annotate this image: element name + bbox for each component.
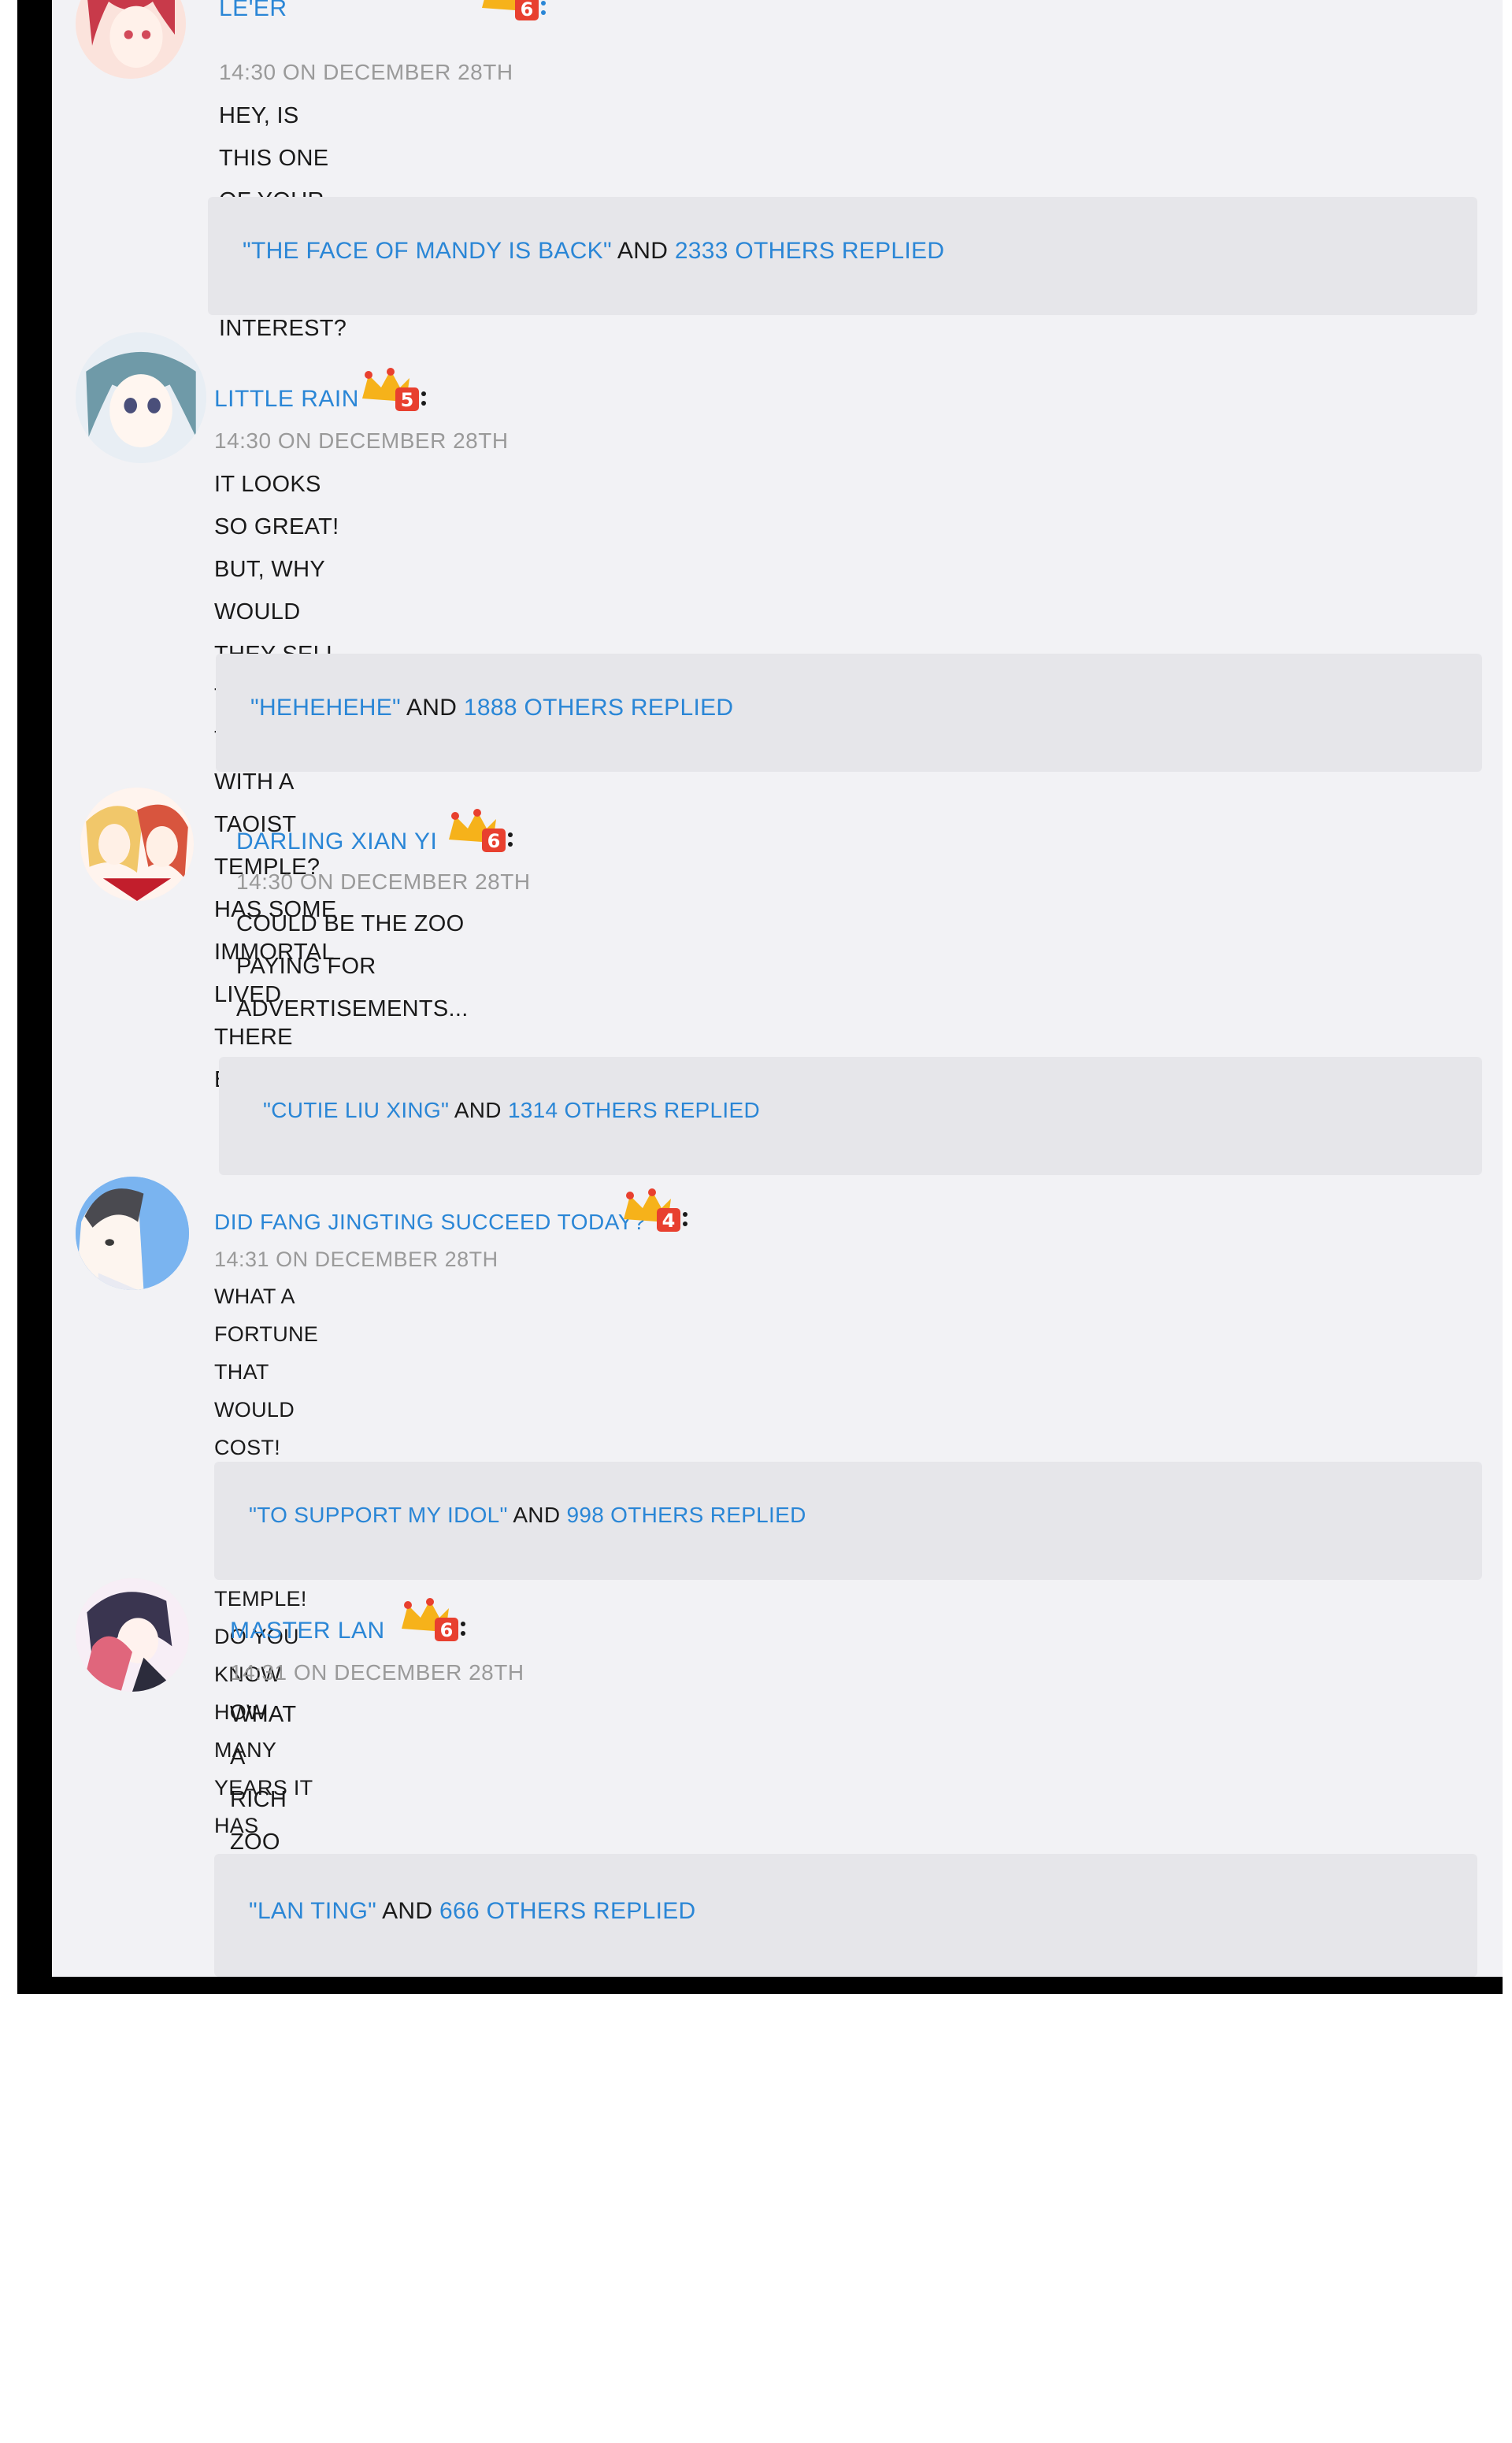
reply-summary[interactable]: "THE FACE OF MANDY IS BACK" AND 2333 OTH…: [208, 197, 1477, 315]
reply-quote[interactable]: "THE FACE OF MANDY IS BACK": [243, 238, 612, 264]
svg-text:5: 5: [401, 389, 414, 411]
timestamp: 14:30 ON DECEMBER 28TH: [214, 428, 509, 453]
reply-summary-text: "THE FACE OF MANDY IS BACK" AND 2333 OTH…: [243, 238, 944, 265]
reply-and: AND: [617, 238, 669, 264]
comment-text: COULD BE THE ZOO PAYING FOR ADVERTISEMEN…: [236, 903, 469, 1030]
reply-count-link[interactable]: 666 OTHERS REPLIED: [439, 1898, 696, 1924]
username[interactable]: LITTLE RAIN: [214, 386, 359, 413]
crown-level-badge-icon: 6: [444, 808, 515, 857]
comment-line: COULD BE THE ZOO PAYING FOR ADVERTISEMEN…: [236, 911, 469, 1021]
username[interactable]: MASTER LAN: [230, 1618, 385, 1644]
reply-summary-text: "LAN TING" AND 666 OTHERS REPLIED: [249, 1898, 696, 1925]
reply-quote[interactable]: "CUTIE LIU XING": [263, 1098, 449, 1122]
reply-and: AND: [513, 1503, 561, 1527]
avatar[interactable]: [76, 0, 186, 79]
reply-and: AND: [406, 695, 458, 721]
avatar[interactable]: [80, 788, 194, 901]
crown-level-badge-icon: 5: [358, 367, 428, 416]
reply-summary[interactable]: "LAN TING" AND 666 OTHERS REPLIED: [214, 1854, 1477, 1977]
username[interactable]: DARLING XIAN YI: [236, 829, 437, 855]
reply-quote[interactable]: "HEHEHEHE": [250, 695, 401, 721]
reply-count-link[interactable]: 1888 OTHERS REPLIED: [464, 695, 734, 721]
avatar[interactable]: [76, 1578, 189, 1692]
svg-text:6: 6: [521, 0, 534, 20]
comment-feed: LE'ER 6 14:30 ON DECEMBER 28TH HEY, IS T…: [52, 0, 1503, 1977]
timestamp: 14:31 ON DECEMBER 28TH: [214, 1247, 498, 1271]
avatar[interactable]: [76, 1177, 189, 1290]
reply-summary[interactable]: "TO SUPPORT MY IDOL" AND 998 OTHERS REPL…: [214, 1462, 1482, 1580]
reply-summary[interactable]: "HEHEHEHE" AND 1888 OTHERS REPLIED: [216, 654, 1482, 772]
avatar[interactable]: [76, 332, 206, 463]
svg-text:4: 4: [662, 1210, 676, 1232]
reply-and: AND: [382, 1898, 433, 1924]
reply-quote[interactable]: "TO SUPPORT MY IDOL": [249, 1503, 508, 1527]
reply-count-link[interactable]: 998 OTHERS REPLIED: [566, 1503, 806, 1527]
crown-level-badge-icon: 6: [397, 1597, 468, 1646]
reply-summary-text: "TO SUPPORT MY IDOL" AND 998 OTHERS REPL…: [249, 1503, 806, 1528]
username[interactable]: DID FANG JINGTING SUCCEED TODAY?: [214, 1210, 646, 1235]
svg-text:6: 6: [487, 830, 501, 852]
reply-and: AND: [454, 1098, 502, 1122]
username[interactable]: LE'ER: [219, 0, 287, 22]
timestamp: 14:30 ON DECEMBER 28TH: [236, 869, 531, 894]
crown-level-badge-icon: 6: [477, 0, 548, 25]
svg-text:6: 6: [440, 1619, 454, 1641]
comic-panel-frame: LE'ER 6 14:30 ON DECEMBER 28TH HEY, IS T…: [17, 0, 1503, 1994]
reply-summary-text: "HEHEHEHE" AND 1888 OTHERS REPLIED: [250, 695, 733, 721]
reply-quote[interactable]: "LAN TING": [249, 1898, 376, 1924]
reply-summary[interactable]: "CUTIE LIU XING" AND 1314 OTHERS REPLIED: [219, 1057, 1482, 1175]
timestamp: 14:31 ON DECEMBER 28TH: [230, 1660, 524, 1685]
reply-count-link[interactable]: 1314 OTHERS REPLIED: [508, 1098, 760, 1122]
reply-count-link[interactable]: 2333 OTHERS REPLIED: [675, 238, 945, 264]
reply-summary-text: "CUTIE LIU XING" AND 1314 OTHERS REPLIED: [263, 1098, 760, 1123]
crown-level-badge-icon: 4: [619, 1188, 690, 1236]
timestamp: 14:30 ON DECEMBER 28TH: [219, 60, 513, 84]
